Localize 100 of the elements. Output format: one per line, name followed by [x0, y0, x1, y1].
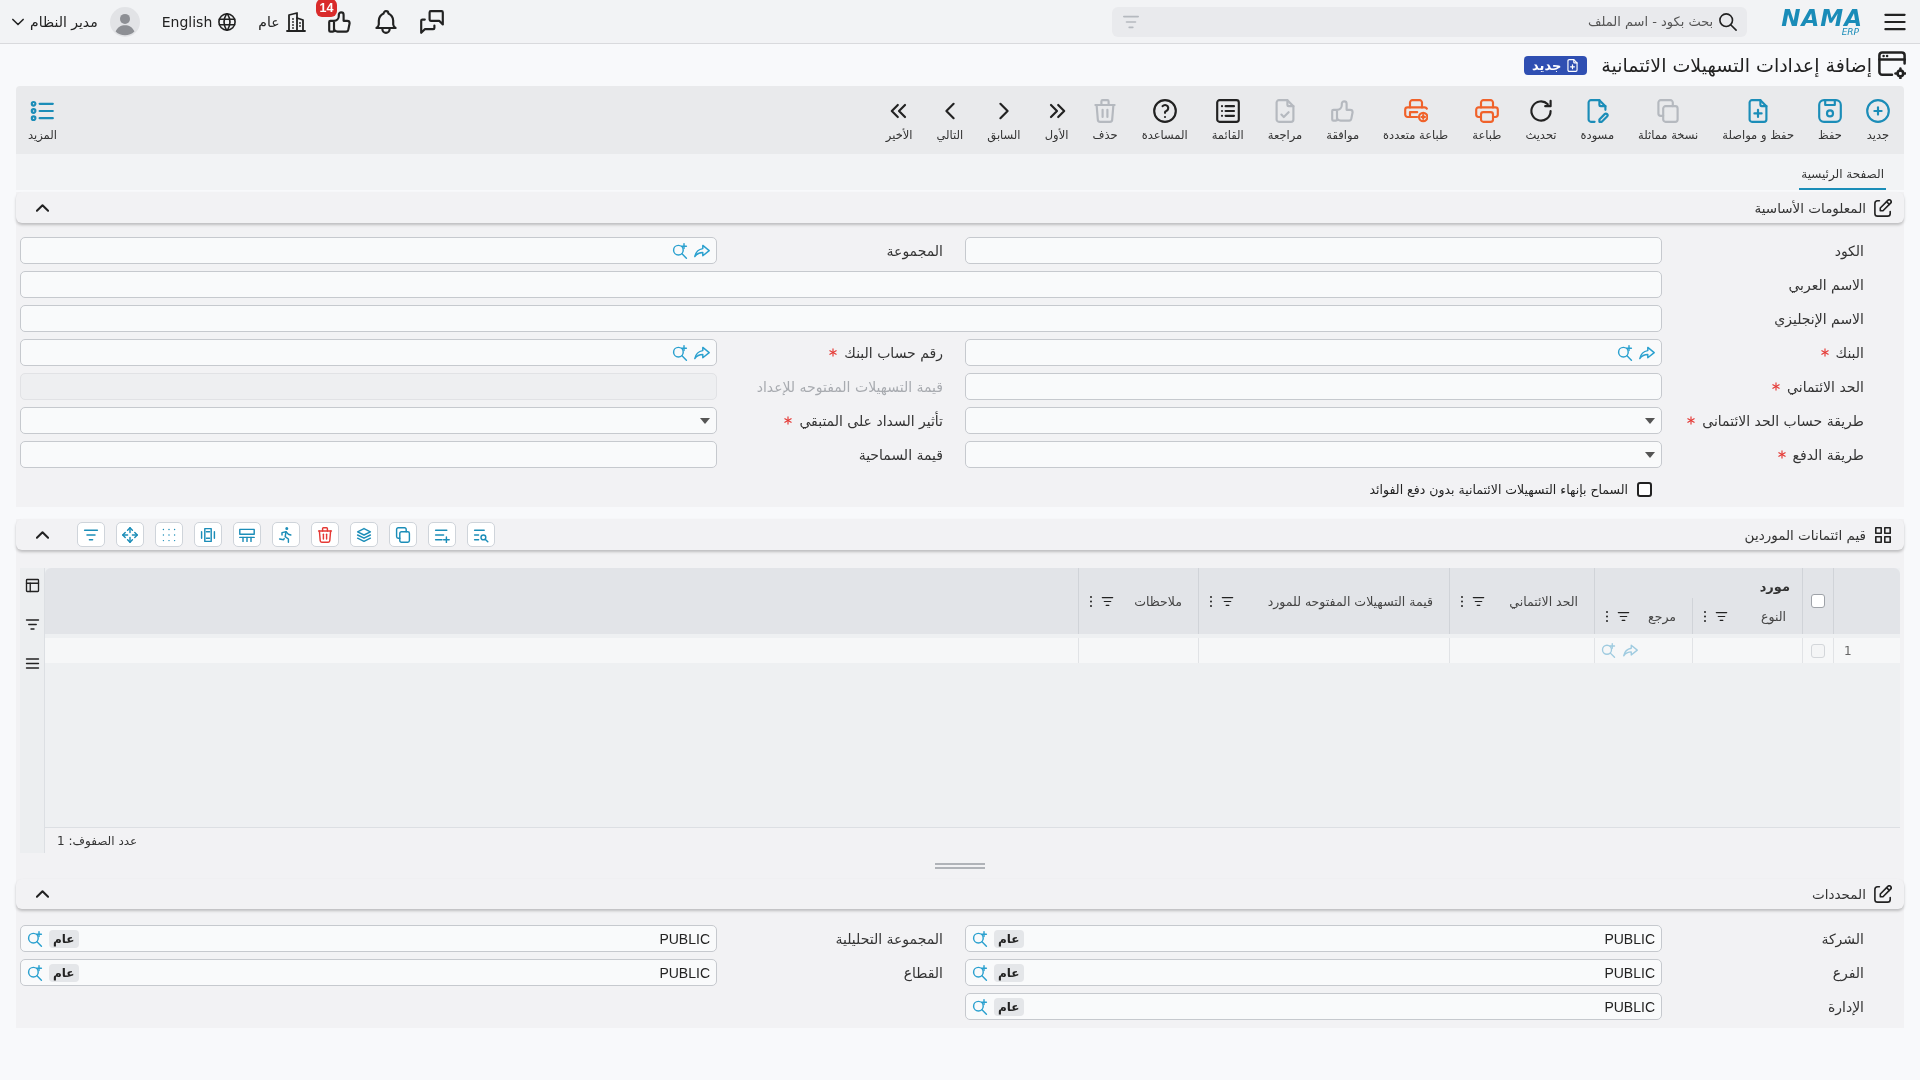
- help-icon: [1152, 98, 1177, 123]
- app-logo[interactable]: NAMA ERP: [1781, 6, 1863, 37]
- search-plus-icon[interactable]: [1617, 344, 1633, 361]
- drag-handle-icon[interactable]: [935, 863, 985, 869]
- caret-down-icon: [1645, 417, 1655, 424]
- toolbar-button[interactable]: جديد: [1864, 98, 1892, 142]
- column-header[interactable]: النوع: [1761, 608, 1786, 624]
- scope-tag: عام: [994, 929, 1024, 948]
- grid-tool-button[interactable]: [194, 522, 222, 547]
- copy-icon: [1656, 98, 1681, 123]
- bell-icon[interactable]: [373, 9, 398, 34]
- text-field[interactable]: [20, 441, 717, 468]
- row-checkbox[interactable]: [1811, 643, 1825, 658]
- user-menu[interactable]: مدير النظام: [12, 6, 140, 37]
- toolbar-button[interactable]: الأخير: [883, 98, 915, 142]
- kebab-menu-icon[interactable]: [1089, 594, 1093, 608]
- search-plus-icon[interactable]: [672, 344, 688, 361]
- text-field[interactable]: [965, 373, 1662, 400]
- field-label: تأثير السداد على المتبقي: [799, 412, 943, 429]
- filter-icon[interactable]: [24, 617, 40, 632]
- search-plus-icon[interactable]: [972, 998, 988, 1015]
- filter-icon[interactable]: [1715, 609, 1728, 623]
- share-arrow-icon[interactable]: [1639, 344, 1655, 361]
- text-field[interactable]: [20, 305, 1662, 332]
- row-number: 1: [1844, 643, 1852, 658]
- grid-tool-button[interactable]: [467, 522, 495, 547]
- share-arrow-icon[interactable]: [694, 344, 710, 361]
- lookup-field[interactable]: [20, 237, 717, 264]
- text-field[interactable]: [20, 271, 1662, 298]
- toolbar-button[interactable]: القائمة: [1209, 98, 1246, 142]
- search-plus-icon[interactable]: [972, 964, 988, 981]
- plus-circle-icon: [1866, 98, 1890, 123]
- lookup-field[interactable]: [965, 339, 1662, 366]
- toolbar-button[interactable]: المساعدة: [1139, 98, 1190, 142]
- share-arrow-icon[interactable]: [694, 242, 710, 259]
- list-details-icon: [30, 98, 55, 123]
- language-button[interactable]: English: [161, 12, 237, 31]
- search-plus-icon[interactable]: [27, 964, 43, 981]
- search-input[interactable]: بحث بكود - اسم الملف: [1146, 10, 1714, 33]
- toolbar-button[interactable]: حفظ و مواصلة: [1720, 98, 1796, 142]
- collapse-chevron-icon[interactable]: [36, 203, 49, 212]
- select-field[interactable]: [965, 407, 1662, 434]
- toolbar-button[interactable]: طباعة متعددة: [1381, 98, 1451, 142]
- chat-icon[interactable]: [419, 9, 444, 34]
- table-icon[interactable]: [24, 578, 40, 593]
- grid-tool-button[interactable]: [311, 522, 339, 547]
- checkbox[interactable]: [1637, 482, 1652, 497]
- avatar-icon: [109, 6, 140, 37]
- toolbar-button[interactable]: مسودة: [1578, 98, 1617, 142]
- column-header[interactable]: الحد الائتماني: [1509, 593, 1578, 609]
- search-plus-icon[interactable]: [672, 242, 688, 259]
- select-field[interactable]: [965, 441, 1662, 468]
- field-label: طريقة حساب الحد الائتمانى: [1702, 412, 1864, 429]
- more-button[interactable]: المزيد: [26, 98, 59, 142]
- kebab-menu-icon[interactable]: [1703, 609, 1707, 623]
- field-value: PUBLIC: [1603, 964, 1655, 981]
- search-plus-icon[interactable]: [1601, 643, 1616, 658]
- column-header[interactable]: ملاحظات: [1134, 593, 1182, 609]
- toolbar-button[interactable]: السابق: [985, 98, 1023, 142]
- filter-icon[interactable]: [1617, 609, 1630, 623]
- list-icon: [1215, 98, 1240, 123]
- tab[interactable]: الصفحة الرئيسية: [1799, 167, 1886, 190]
- text-field[interactable]: [965, 237, 1662, 264]
- search-field[interactable]: بحث بكود - اسم الملف: [1112, 6, 1748, 37]
- filter-icon[interactable]: [1472, 594, 1485, 608]
- collapse-chevron-icon[interactable]: [36, 530, 49, 539]
- kebab-menu-icon[interactable]: [1605, 609, 1609, 623]
- toolbar-button[interactable]: طباعة: [1470, 98, 1504, 142]
- filter-icon[interactable]: [1101, 594, 1114, 608]
- caret-down-icon: [1645, 451, 1655, 458]
- field-label: قيمة التسهيلات المفتوحه للإعداد: [756, 378, 943, 395]
- toolbar-button[interactable]: تحديث: [1523, 98, 1559, 142]
- grid-tool-button[interactable]: [272, 522, 300, 547]
- grid-tool-button[interactable]: [350, 522, 378, 547]
- search-plus-icon[interactable]: [27, 930, 43, 947]
- grid-tool-button[interactable]: [233, 522, 261, 547]
- column-header[interactable]: مرجع: [1648, 608, 1676, 624]
- collapse-chevron-icon[interactable]: [36, 890, 49, 898]
- kebab-menu-icon[interactable]: [1460, 594, 1464, 608]
- trash-icon: [317, 526, 333, 543]
- search-plus-icon[interactable]: [972, 930, 988, 947]
- grid-tool-button[interactable]: [389, 522, 417, 547]
- section-title: المحددات: [1812, 886, 1866, 902]
- toolbar-button[interactable]: الأول: [1042, 98, 1071, 142]
- toolbar-button[interactable]: التالي: [934, 98, 966, 142]
- status-text: جديد: [1532, 57, 1562, 73]
- kebab-menu-icon[interactable]: [1209, 594, 1213, 608]
- select-field[interactable]: [20, 407, 717, 434]
- toolbar-button[interactable]: حفظ: [1816, 98, 1844, 142]
- grid-tool-button[interactable]: [77, 522, 105, 547]
- grid-tool-button[interactable]: [428, 522, 456, 547]
- column-header[interactable]: قيمة التسهيلات المفتوحه للمورد: [1267, 593, 1433, 609]
- grid-tool-button[interactable]: [116, 522, 144, 547]
- filter-icon[interactable]: [1221, 594, 1234, 608]
- lookup-field[interactable]: [20, 339, 717, 366]
- company-selector[interactable]: عام: [258, 11, 306, 32]
- share-arrow-icon[interactable]: [1623, 643, 1638, 658]
- field-label: المجموعة التحليلية: [835, 930, 943, 947]
- select-all-checkbox[interactable]: [1811, 594, 1825, 608]
- menu-icon[interactable]: [24, 656, 40, 671]
